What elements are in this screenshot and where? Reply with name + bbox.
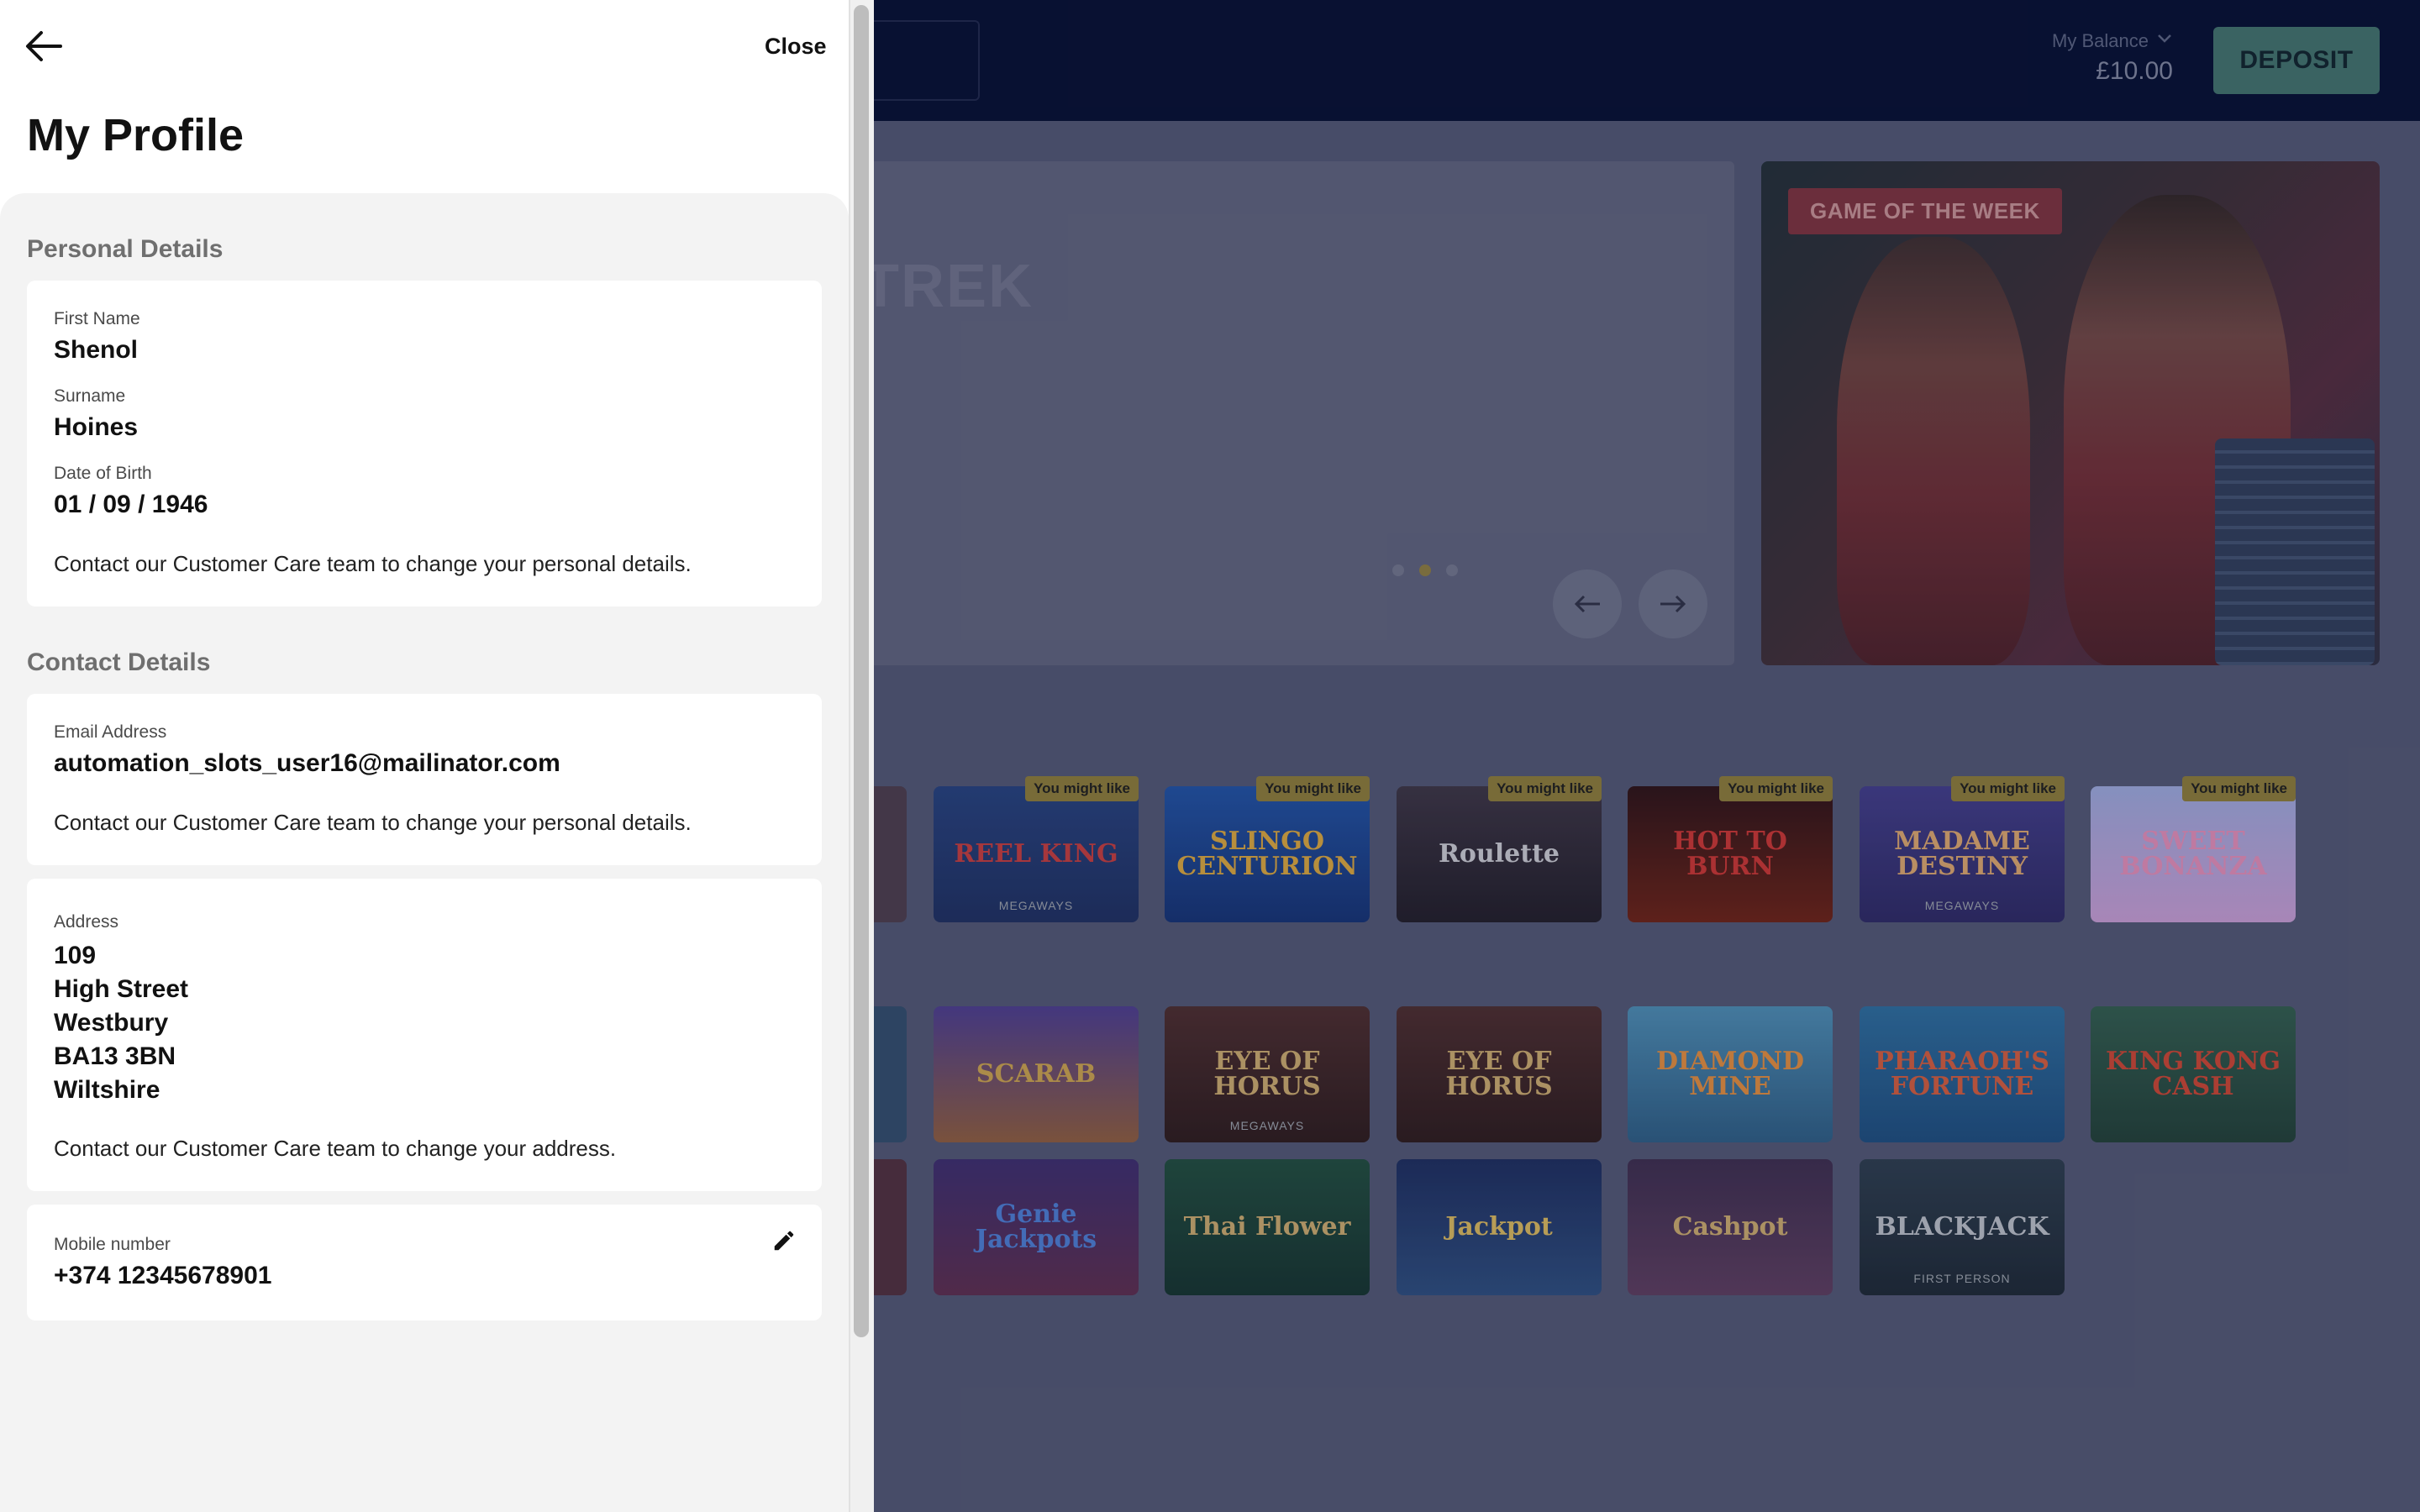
- email-label: Email Address: [54, 722, 167, 742]
- game-tile-subtitle: MEGAWAYS: [1924, 899, 2000, 912]
- game-tile-subtitle: MEGAWAYS: [1229, 1119, 1305, 1132]
- game-tile-title: PHARAOH'S FORTUNE: [1875, 1047, 2049, 1101]
- profile-content: Personal Details First Name Shenol Surna…: [0, 193, 849, 1512]
- address-lines: 109 High Street Westbury BA13 3BN Wiltsh…: [54, 939, 188, 1107]
- game-tile-title: Cashpot: [1672, 1212, 1788, 1242]
- address-line: Westbury: [54, 1009, 169, 1037]
- game-tile-title: Roulette: [1438, 839, 1560, 869]
- you-might-like-badge: You might like: [1719, 776, 1833, 801]
- game-tile[interactable]: EYE OF HORUS MEGAWAYS: [1165, 1006, 1370, 1142]
- dob-label: Date of Birth: [54, 464, 152, 483]
- balance-value: £10.00: [2096, 57, 2173, 85]
- address-label: Address: [54, 912, 119, 932]
- game-tile-title: SCARAB: [976, 1059, 1097, 1089]
- personal-details-note: Contact our Customer Care team to change…: [54, 551, 692, 576]
- arrow-right-icon: [1660, 595, 1686, 613]
- game-tile-title: SWEET BONANZA: [2119, 827, 2267, 881]
- game-tile[interactable]: SWEET BONANZA You might like: [2091, 776, 2296, 922]
- game-tile[interactable]: HOT TO BURN You might like: [1628, 776, 1833, 922]
- game-tile-title: Thai Flower: [1183, 1212, 1351, 1242]
- address-line: Wiltshire: [54, 1076, 160, 1104]
- drawer-scrollbar-thumb[interactable]: [854, 5, 869, 1337]
- chip-stack: [2215, 438, 2375, 665]
- game-tile[interactable]: SCARAB: [934, 1006, 1139, 1142]
- carousel-prev-button[interactable]: [1553, 570, 1622, 638]
- balance-label: My Balance: [2052, 30, 2149, 51]
- game-tile[interactable]: Roulette You might like: [1397, 776, 1602, 922]
- carousel-dot[interactable]: [1446, 564, 1458, 576]
- game-tile-title: Jackpot: [1445, 1212, 1553, 1242]
- address-line: 109: [54, 942, 97, 969]
- game-tile-subtitle: MEGAWAYS: [998, 899, 1074, 912]
- surname-value: Hoines: [54, 413, 139, 441]
- game-tile[interactable]: DIAMOND MINE: [1628, 1006, 1833, 1142]
- game-tile-title: SLINGO CENTURION: [1176, 827, 1358, 881]
- address-note: Contact our Customer Care team to change…: [54, 1136, 617, 1161]
- game-of-the-week-badge: GAME OF THE WEEK: [1788, 188, 2062, 234]
- first-name-value: Shenol: [54, 336, 139, 364]
- mobile-label: Mobile number: [54, 1235, 171, 1254]
- surname-label: Surname: [54, 386, 126, 406]
- address-line: High Street: [54, 975, 189, 1003]
- hero-title: TREK: [862, 253, 1034, 320]
- game-tile-title: Genie Jackpots: [975, 1200, 1097, 1254]
- game-of-the-week-banner[interactable]: GAME OF THE WEEK: [1761, 161, 2380, 665]
- you-might-like-badge: You might like: [1256, 776, 1370, 801]
- you-might-like-badge: You might like: [2182, 776, 2296, 801]
- game-tile-subtitle: FIRST PERSON: [1913, 1272, 2011, 1285]
- game-tile[interactable]: KING KONG CASH: [2091, 1006, 2296, 1142]
- address-card: Address 109 High Street Westbury BA13 3B…: [27, 879, 822, 1191]
- mobile-card: Mobile number +374 12345678901: [27, 1205, 822, 1320]
- arrow-left-icon: [1574, 595, 1600, 613]
- game-tile-title: DIAMOND MINE: [1655, 1047, 1805, 1101]
- game-tile[interactable]: Cashpot: [1628, 1159, 1833, 1295]
- chevron-down-icon[interactable]: [2156, 30, 2173, 47]
- game-tile-title: HOT TO BURN: [1673, 827, 1787, 881]
- dealer-image: [1837, 237, 2030, 665]
- game-tile-title: EYE OF HORUS: [1445, 1047, 1553, 1101]
- game-tile-title: REEL KING: [954, 839, 1118, 869]
- first-name-label: First Name: [54, 309, 140, 328]
- game-tile-title: MADAME DESTINY: [1894, 827, 2030, 881]
- game-tile[interactable]: Genie Jackpots: [934, 1159, 1139, 1295]
- email-value: automation_slots_user16@mailinator.com: [54, 749, 560, 777]
- close-button[interactable]: Close: [765, 34, 827, 60]
- email-card: Email Address automation_slots_user16@ma…: [27, 694, 822, 865]
- mobile-value: +374 12345678901: [54, 1262, 272, 1289]
- dob-value: 01 / 09 / 1946: [54, 491, 208, 518]
- game-tile[interactable]: Jackpot: [1397, 1159, 1602, 1295]
- profile-drawer: Close My Profile Personal Details First …: [0, 0, 874, 1512]
- game-tile[interactable]: BLACKJACK FIRST PERSON: [1860, 1159, 2065, 1295]
- address-line: BA13 3BN: [54, 1042, 176, 1070]
- carousel-next-button[interactable]: [1639, 570, 1707, 638]
- pencil-icon[interactable]: [771, 1228, 797, 1253]
- you-might-like-badge: You might like: [1488, 776, 1602, 801]
- game-tile[interactable]: REEL KING MEGAWAYS You might like: [934, 776, 1139, 922]
- carousel-dot-active[interactable]: [1419, 564, 1431, 576]
- email-note: Contact our Customer Care team to change…: [54, 810, 692, 835]
- personal-details-card: First Name Shenol Surname Hoines Date of…: [27, 281, 822, 606]
- you-might-like-badge: You might like: [1025, 776, 1139, 801]
- back-arrow-icon[interactable]: [25, 30, 62, 62]
- game-tile-title: KING KONG CASH: [2105, 1047, 2281, 1101]
- deposit-button[interactable]: DEPOSIT: [2213, 27, 2380, 94]
- carousel-dot[interactable]: [1392, 564, 1404, 576]
- section-title-contact: Contact Details: [27, 648, 211, 676]
- game-tile[interactable]: MADAME DESTINY MEGAWAYS You might like: [1860, 776, 2065, 922]
- game-tile[interactable]: Thai Flower: [1165, 1159, 1370, 1295]
- game-tile[interactable]: EYE OF HORUS: [1397, 1006, 1602, 1142]
- game-tile[interactable]: SLINGO CENTURION You might like: [1165, 776, 1370, 922]
- you-might-like-badge: You might like: [1951, 776, 2065, 801]
- game-tile[interactable]: PHARAOH'S FORTUNE: [1860, 1006, 2065, 1142]
- page-title: My Profile: [27, 110, 245, 160]
- section-title-personal: Personal Details: [27, 235, 224, 263]
- game-tile-title: EYE OF HORUS: [1213, 1047, 1321, 1101]
- game-tile-title: BLACKJACK: [1875, 1212, 2049, 1242]
